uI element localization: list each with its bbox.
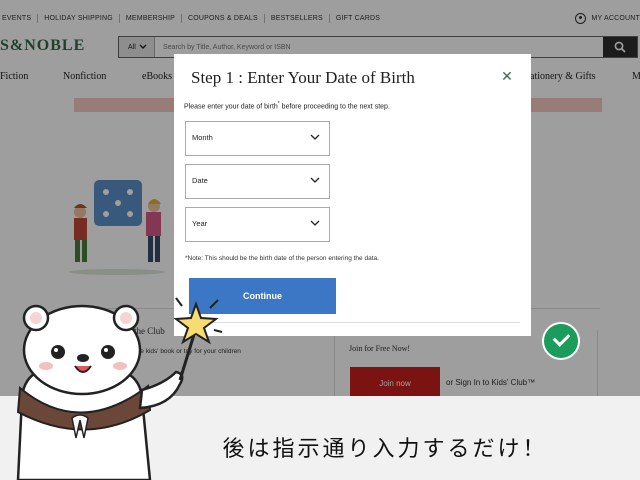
polar-bear-mascot xyxy=(16,297,223,480)
checkmark-badge-icon xyxy=(542,322,580,360)
instruction-text: Please enter your date of birth xyxy=(184,103,278,111)
year-select-label: Year xyxy=(192,219,208,228)
instruction-text-end: before proceeding to the next step. xyxy=(279,103,390,111)
month-select-label: Month xyxy=(192,133,213,142)
modal-title: Step 1 : Enter Your Date of Birth xyxy=(191,68,415,87)
date-select[interactable]: Date xyxy=(185,164,330,199)
close-icon[interactable]: ✕ xyxy=(500,69,514,83)
chevron-down-icon xyxy=(310,177,320,183)
month-select[interactable]: Month xyxy=(185,121,330,156)
date-select-label: Date xyxy=(192,176,208,185)
chevron-down-icon xyxy=(310,134,320,140)
chevron-down-icon xyxy=(310,220,320,226)
birth-date-note: *Note: This should be the birth date of … xyxy=(185,255,379,262)
modal-divider xyxy=(184,322,520,323)
year-select[interactable]: Year xyxy=(185,207,330,242)
modal-instruction: Please enter your date of birth* before … xyxy=(184,101,390,110)
